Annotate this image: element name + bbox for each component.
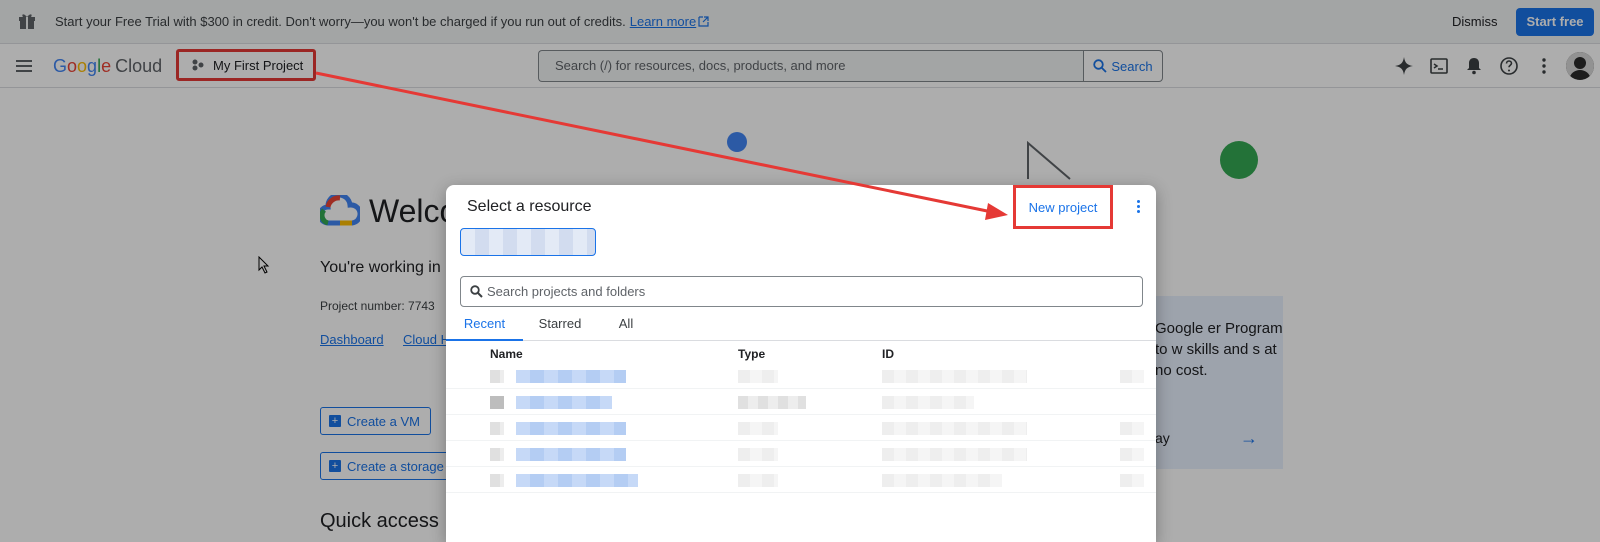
project-search-input[interactable]: Search projects and folders (460, 276, 1143, 307)
redacted-action (1120, 474, 1144, 487)
redacted-project-name (516, 370, 626, 383)
column-header-type[interactable]: Type (738, 347, 765, 361)
redacted-project-name (516, 396, 612, 409)
resource-tabs: Recent Starred All (446, 311, 1156, 341)
redacted-icon (490, 448, 504, 461)
redacted-icon (490, 422, 504, 435)
redacted-id (882, 422, 1027, 435)
redacted-type (738, 370, 778, 383)
redacted-project-name (516, 448, 626, 461)
column-header-name[interactable]: Name (490, 347, 523, 361)
tab-recent[interactable]: Recent (446, 311, 523, 341)
dialog-more-options-icon[interactable] (1128, 196, 1148, 216)
project-search-placeholder: Search projects and folders (487, 284, 646, 299)
redacted-project-name (516, 474, 638, 487)
redacted-action (1120, 370, 1144, 383)
dialog-title: Select a resource (467, 198, 592, 215)
redacted-type (738, 448, 778, 461)
redacted-id (882, 396, 974, 409)
column-header-id[interactable]: ID (882, 347, 894, 361)
redacted-action (1120, 448, 1144, 461)
select-resource-dialog: Select a resource New project Search pro… (446, 185, 1156, 542)
organization-selector[interactable] (460, 228, 596, 256)
tab-starred[interactable]: Starred (529, 311, 591, 341)
table-row[interactable] (446, 467, 1156, 493)
search-icon (470, 285, 483, 298)
redacted-project-name (516, 422, 626, 435)
redacted-id (882, 448, 1027, 461)
table-row[interactable] (446, 441, 1156, 467)
redacted-id (882, 370, 1027, 383)
redacted-icon (490, 370, 504, 383)
table-row[interactable] (446, 415, 1156, 441)
redacted-type (738, 396, 806, 409)
table-row[interactable] (446, 363, 1156, 389)
table-row[interactable] (446, 389, 1156, 415)
redacted-type (738, 474, 778, 487)
redacted-icon (490, 474, 504, 487)
redacted-type (738, 422, 778, 435)
redacted-action (1120, 422, 1144, 435)
tab-all[interactable]: All (604, 311, 648, 341)
redacted-icon (490, 396, 504, 409)
redacted-id (882, 474, 1002, 487)
new-project-button[interactable]: New project (1013, 185, 1113, 229)
